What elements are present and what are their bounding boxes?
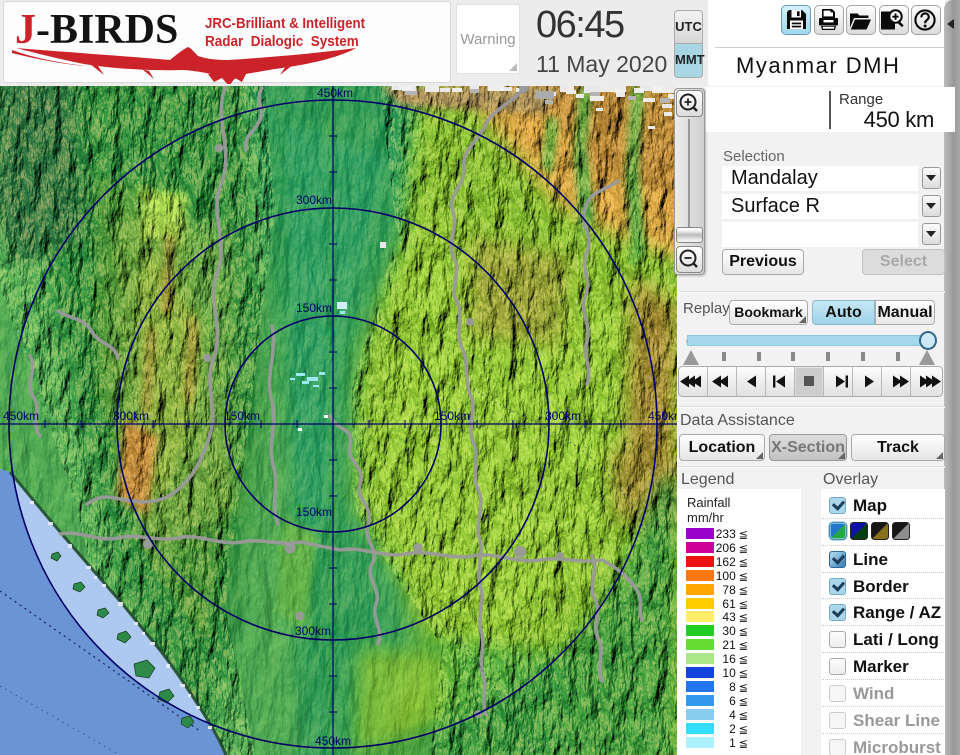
svg-text:150km: 150km — [296, 505, 332, 519]
svg-text:450km: 450km — [3, 409, 39, 423]
svg-text:300km: 300km — [545, 409, 581, 423]
svg-text:450km: 450km — [315, 734, 351, 748]
svg-text:450km: 450km — [648, 409, 677, 423]
svg-text:300km: 300km — [113, 409, 149, 423]
svg-text:450km: 450km — [317, 86, 353, 100]
svg-text:150km: 150km — [224, 409, 260, 423]
svg-text:150km: 150km — [296, 301, 332, 315]
svg-text:300km: 300km — [296, 193, 332, 207]
svg-text:150km: 150km — [434, 409, 470, 423]
svg-text:300km: 300km — [295, 624, 331, 638]
